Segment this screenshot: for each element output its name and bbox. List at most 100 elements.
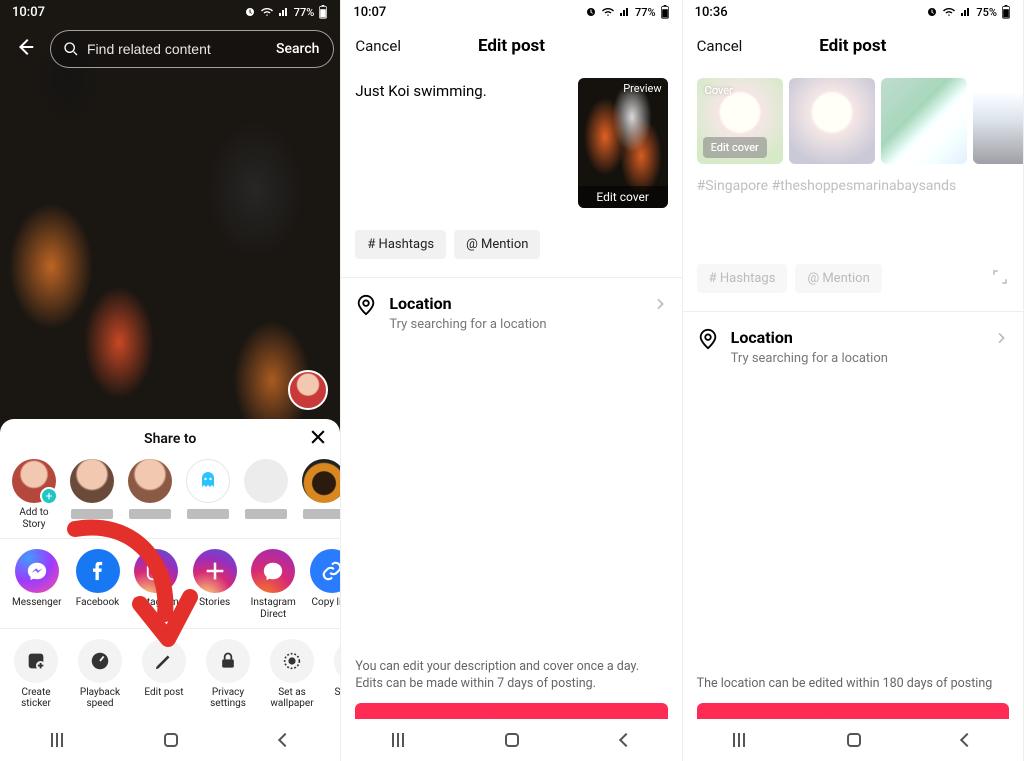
cover-strip[interactable]: Cover Edit cover — [697, 78, 1009, 172]
tool-privacy-settings[interactable]: Privacy settings — [206, 639, 250, 709]
cover-label: Cover — [705, 84, 733, 97]
tool-share-gif[interactable]: GIFShare GIF — [334, 639, 340, 709]
cover-option[interactable] — [789, 78, 875, 164]
screen-video-share: 10:07 77% Search Share to — [0, 0, 341, 761]
lock-icon — [206, 639, 250, 683]
page-title: Edit post — [819, 36, 886, 56]
hashtags-chip[interactable]: # Hashtags — [355, 230, 446, 259]
status-bar: 10:36 75% — [683, 0, 1023, 24]
wifi-icon — [942, 6, 956, 18]
share-item-label: Instagram Direct — [251, 597, 296, 620]
share-item-label: Set as wallpaper — [270, 687, 314, 709]
location-row[interactable]: Location Try searching for a location — [697, 312, 1009, 366]
status-right: 75% — [926, 5, 1011, 19]
chevron-right-icon — [652, 296, 668, 312]
status-time: 10:36 — [695, 5, 728, 20]
signal-icon — [278, 6, 290, 18]
wifi-icon — [601, 6, 615, 18]
share-item-label: Playback speed — [78, 687, 122, 709]
nav-back[interactable] — [619, 733, 633, 747]
nav-recents[interactable] — [392, 733, 404, 747]
location-heading: Location — [389, 294, 546, 313]
close-icon — [308, 427, 328, 447]
redacted-label — [187, 509, 229, 519]
nav-home[interactable] — [847, 733, 861, 747]
ghost-icon — [186, 459, 230, 503]
status-time: 10:07 — [12, 5, 45, 20]
redacted-label — [303, 509, 340, 519]
close-button[interactable] — [308, 427, 328, 453]
arrow-left-icon — [14, 36, 36, 58]
edit-cover-button[interactable]: Edit cover — [703, 137, 767, 158]
share-item-label: Privacy settings — [206, 687, 250, 709]
mention-chip[interactable]: @ Mention — [795, 264, 881, 293]
nav-recents[interactable] — [51, 733, 63, 747]
preview-label: Preview — [623, 82, 661, 95]
edit-note: You can edit your description and cover … — [341, 659, 681, 703]
expand-icon[interactable] — [991, 268, 1009, 290]
share-instagram-direct[interactable]: Instagram Direct — [251, 549, 296, 620]
redacted-label — [129, 509, 171, 519]
instagram-direct-icon — [251, 549, 295, 593]
share-item-label: Copy link — [312, 597, 341, 609]
gif-icon: GIF — [334, 639, 340, 683]
location-icon — [355, 294, 377, 316]
cover-option[interactable] — [973, 78, 1024, 164]
wallpaper-icon — [270, 639, 314, 683]
cover-option[interactable] — [881, 78, 967, 164]
link-icon — [310, 549, 341, 593]
edit-header: Cancel Edit post — [341, 24, 681, 68]
share-friend[interactable] — [302, 459, 340, 530]
nav-home[interactable] — [505, 733, 519, 747]
redacted-label — [71, 509, 113, 519]
annotation-arrow-icon — [40, 519, 210, 689]
location-row[interactable]: Location Try searching for a location — [355, 278, 667, 332]
caption-hashtags[interactable]: #Singapore #theshoppesmarinabaysands — [697, 172, 1009, 194]
avatar-icon — [70, 459, 114, 503]
avatar-icon — [244, 459, 288, 503]
caption-input[interactable]: Just Koi swimming. — [355, 78, 565, 208]
battery-icon — [318, 5, 328, 19]
signal-icon — [960, 6, 972, 18]
share-friend[interactable] — [244, 459, 288, 530]
location-subtext: Try searching for a location — [731, 351, 888, 366]
status-right: 77% — [244, 5, 329, 19]
avatar-icon — [128, 459, 172, 503]
cancel-button[interactable]: Cancel — [697, 37, 743, 55]
status-battery: 77% — [294, 6, 315, 19]
nav-back[interactable] — [960, 733, 974, 747]
android-navbar — [683, 719, 1023, 761]
edit-header: Cancel Edit post — [683, 24, 1023, 68]
nav-back[interactable] — [278, 733, 292, 747]
status-right: 77% — [585, 5, 670, 19]
plus-badge-icon: + — [40, 487, 58, 505]
tool-set-wallpaper[interactable]: Set as wallpaper — [270, 639, 314, 709]
hashtags-chip[interactable]: # Hashtags — [697, 264, 788, 293]
alarm-icon — [926, 6, 938, 18]
cancel-button[interactable]: Cancel — [355, 37, 401, 55]
redacted-label — [245, 509, 287, 519]
status-bar: 10:07 77% — [341, 0, 681, 24]
signal-icon — [619, 6, 631, 18]
search-input[interactable] — [87, 41, 268, 57]
android-navbar — [0, 719, 340, 761]
screen-edit-post-b: 10:36 75% Cancel Edit post Cover Edit co… — [683, 0, 1024, 761]
battery-icon — [660, 5, 670, 19]
back-button[interactable] — [8, 30, 42, 68]
chevron-right-icon — [993, 330, 1009, 346]
location-heading: Location — [731, 328, 888, 347]
search-icon — [63, 41, 79, 57]
status-battery: 75% — [976, 6, 997, 19]
search-field[interactable]: Search — [50, 30, 334, 68]
mention-chip[interactable]: @ Mention — [454, 230, 540, 259]
cover-option[interactable]: Cover Edit cover — [697, 78, 783, 164]
search-button[interactable]: Search — [276, 41, 319, 57]
wifi-icon — [260, 6, 274, 18]
nav-recents[interactable] — [733, 733, 745, 747]
edit-cover-button[interactable]: Edit cover — [578, 186, 668, 208]
android-navbar — [341, 719, 681, 761]
cover-thumbnail[interactable]: Preview Edit cover — [578, 78, 668, 208]
screen-edit-post-a: 10:07 77% Cancel Edit post Just Koi swim… — [341, 0, 682, 761]
share-copy-link[interactable]: Copy link — [310, 549, 341, 620]
nav-home[interactable] — [164, 733, 178, 747]
